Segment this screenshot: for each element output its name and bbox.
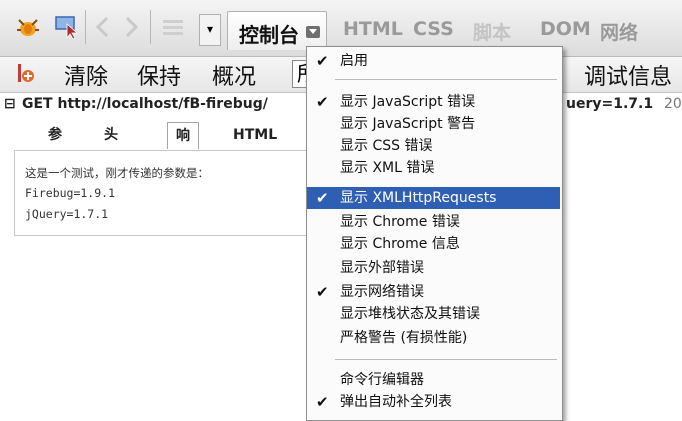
menu-item-label: 严格警告 (有损性能): [340, 330, 468, 346]
menu-item-label: 显示堆栈状态及其错误: [340, 306, 480, 322]
tab-html[interactable]: HTML: [343, 18, 403, 40]
tab-params[interactable]: 参数: [40, 122, 70, 169]
tab-headers[interactable]: 头信息: [96, 122, 126, 195]
menu-item-label: 显示 Chrome 信息: [340, 236, 460, 252]
menu-separator: [335, 359, 557, 360]
menu-item-show-external-errors[interactable]: 显示外部错误: [307, 257, 560, 279]
menu-item-show-chrome-errors[interactable]: 显示 Chrome 错误: [307, 211, 560, 233]
response-line: 这是一个测试，刚才传递的参数是：: [25, 166, 209, 180]
menu-item-label: 显示 CSS 错误: [340, 138, 433, 154]
persist-button[interactable]: 保持: [137, 59, 181, 91]
tab-script[interactable]: 脚本: [473, 18, 511, 45]
tab-net[interactable]: 网络: [600, 18, 638, 45]
tab-console-label: 控制台: [239, 23, 299, 47]
console-dropdown-icon[interactable]: [306, 26, 320, 38]
request-extra: 20: [664, 96, 682, 112]
menu-item-show-xmlhttprequests[interactable]: ✔ 显示 XMLHttpRequests: [307, 187, 560, 209]
response-line: jQuery=1.7.1: [25, 207, 109, 221]
clear-button[interactable]: 清除: [64, 59, 108, 91]
console-options-menu: ✔ 启用 ✔ 显示 JavaScript 错误 显示 JavaScript 警告…: [306, 46, 563, 421]
menu-item-enable[interactable]: ✔ 启用: [307, 50, 560, 72]
checkmark-icon: ✔: [316, 283, 329, 301]
firebug-icon[interactable]: [12, 14, 44, 40]
back-icon[interactable]: [92, 14, 114, 40]
profile-button[interactable]: 概况: [212, 59, 256, 91]
request-url[interactable]: GET http://localhost/fB-firebug/: [22, 96, 268, 112]
menu-item-label: 显示外部错误: [340, 260, 424, 276]
tab-css[interactable]: CSS: [413, 18, 454, 40]
checkmark-icon: ✔: [316, 189, 329, 207]
menu-item-label: 命令行编辑器: [340, 372, 424, 388]
tab-response[interactable]: 响应: [167, 122, 199, 170]
menu-item-show-network-errors[interactable]: ✔ 显示网络错误: [307, 281, 560, 303]
menu-item-autocomplete-popup[interactable]: ✔ 弹出自动补全列表: [307, 391, 560, 413]
menu-item-label: 显示 JavaScript 警告: [340, 116, 476, 132]
response-body: 这是一个测试，刚才传递的参数是： Firebug=1.9.1 jQuery=1.…: [14, 150, 308, 236]
panel-options-dropdown[interactable]: ▾: [199, 14, 221, 46]
debug-info-button[interactable]: 调试信息: [584, 59, 672, 91]
forward-icon[interactable]: [120, 14, 142, 40]
menu-item-show-js-warnings[interactable]: 显示 JavaScript 警告: [307, 113, 560, 135]
menu-item-label: 显示 Chrome 错误: [340, 214, 460, 230]
checkmark-icon: ✔: [316, 93, 329, 111]
checkmark-icon: ✔: [316, 52, 329, 70]
menu-item-show-chrome-messages[interactable]: 显示 Chrome 信息: [307, 233, 560, 255]
inspect-element-icon[interactable]: [52, 14, 82, 40]
toolbar-separator: [85, 10, 86, 44]
toolbar-separator: [150, 10, 151, 44]
menu-item-label: 显示 XML 错误: [340, 160, 435, 176]
tab-dom[interactable]: DOM: [540, 18, 591, 40]
expand-toggle-icon[interactable]: ⊟: [4, 96, 16, 112]
menu-item-label: 弹出自动补全列表: [340, 394, 452, 410]
console-options-icon[interactable]: [12, 61, 38, 87]
menu-item-label: 显示 XMLHttpRequests: [340, 190, 497, 206]
checkmark-icon: ✔: [316, 393, 329, 411]
tab-response-html[interactable]: HTML: [225, 122, 285, 148]
menu-item-command-editor[interactable]: 命令行编辑器: [307, 369, 560, 391]
menu-item-show-js-errors[interactable]: ✔ 显示 JavaScript 错误: [307, 91, 560, 113]
response-line: Firebug=1.9.1: [25, 186, 116, 200]
menu-item-label: 显示网络错误: [340, 284, 424, 300]
menu-item-show-stack-trace[interactable]: 显示堆栈状态及其错误: [307, 303, 560, 325]
menu-item-label: 启用: [340, 53, 368, 69]
menu-list-icon[interactable]: [158, 14, 188, 40]
menu-item-strict-warnings[interactable]: 严格警告 (有损性能): [307, 327, 560, 349]
menu-separator: [335, 79, 557, 80]
menu-item-show-xml-errors[interactable]: 显示 XML 错误: [307, 157, 560, 179]
request-query: uery=1.7.1: [566, 96, 654, 112]
menu-item-label: 显示 JavaScript 错误: [340, 94, 476, 110]
tab-console[interactable]: 控制台: [227, 11, 327, 50]
menu-item-show-css-errors[interactable]: 显示 CSS 错误: [307, 135, 560, 157]
